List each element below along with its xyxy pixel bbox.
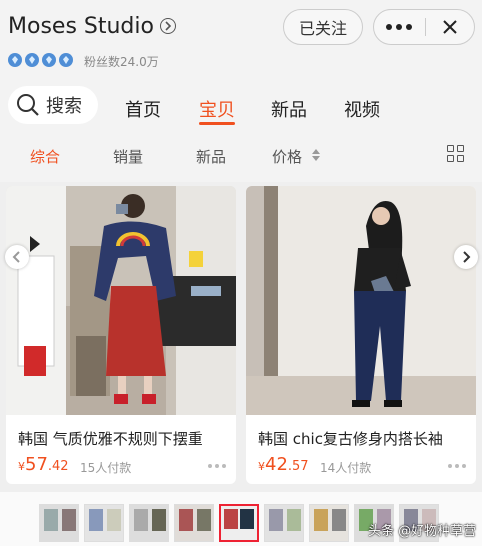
active-tab-indicator [199,122,235,125]
more-options-icon[interactable] [208,464,226,468]
currency-symbol: ¥ [18,460,25,473]
diamond-icon [59,53,73,67]
price-integer: 42 [265,454,288,475]
thumbnail[interactable] [39,504,79,542]
sort-arrows-icon[interactable] [312,148,320,162]
thumbnail[interactable] [264,504,304,542]
price-integer: 57 [25,454,48,475]
store-header: Moses Studio 已关注 粉丝数24.0万 搜索 首页 宝贝 新品 视频… [0,0,482,182]
sort-new[interactable]: 新品 [196,146,226,167]
sort-price[interactable]: 价格 [272,146,302,167]
price-decimal: .42 [47,459,69,474]
carousel-prev-button[interactable] [5,245,29,269]
product-price: ¥57.42 [18,454,69,475]
thumbnail[interactable] [174,504,214,542]
grid-view-icon[interactable] [447,145,465,163]
price-decimal: .57 [287,459,309,474]
product-title[interactable]: 韩国 chic复古修身内搭长袖 [258,428,443,449]
product-card[interactable]: 韩国 气质优雅不规则下摆重 ¥57.42 15人付款 [6,186,236,484]
thumbnail-selected[interactable] [219,504,259,542]
sort-sales[interactable]: 销量 [113,146,143,167]
currency-symbol: ¥ [258,460,265,473]
diamond-icon [8,53,22,67]
close-icon[interactable] [426,10,474,44]
diamond-icon [25,53,39,67]
tab-products[interactable]: 宝贝 [199,96,235,122]
chevron-right-icon [463,251,471,263]
fans-count: 粉丝数24.0万 [84,55,159,69]
tab-new-arrivals[interactable]: 新品 [271,96,307,122]
product-card[interactable]: 韩国 chic复古修身内搭长袖 ¥42.57 14人付款 [246,186,476,484]
mini-program-capsule [373,9,475,45]
sort-comprehensive[interactable]: 综合 [30,146,60,167]
product-photo[interactable] [6,186,236,415]
carousel-next-button[interactable] [454,245,478,269]
product-photo[interactable] [246,186,476,415]
chevron-left-icon [12,251,20,263]
product-title[interactable]: 韩国 气质优雅不规则下摆重 [18,428,203,449]
thumbnail[interactable] [84,504,124,542]
product-price: ¥42.57 [258,454,309,475]
chevron-right-icon[interactable] [160,18,176,34]
paid-count: 14人付款 [320,461,372,475]
thumbnail[interactable] [309,504,349,542]
search-button[interactable]: 搜索 [8,86,98,124]
more-options-icon[interactable] [374,10,424,44]
watermark: 头条 @好物种草营 [368,524,477,539]
more-options-icon[interactable] [448,464,466,468]
tab-home[interactable]: 首页 [125,96,161,122]
diamond-icon [42,53,56,67]
follow-button[interactable]: 已关注 [283,9,363,45]
paid-count: 15人付款 [80,461,132,475]
store-name[interactable]: Moses Studio [8,14,154,39]
tab-videos[interactable]: 视频 [344,96,380,122]
search-label: 搜索 [46,96,82,117]
search-icon [17,94,39,116]
seller-rating [8,53,73,67]
thumbnail[interactable] [129,504,169,542]
